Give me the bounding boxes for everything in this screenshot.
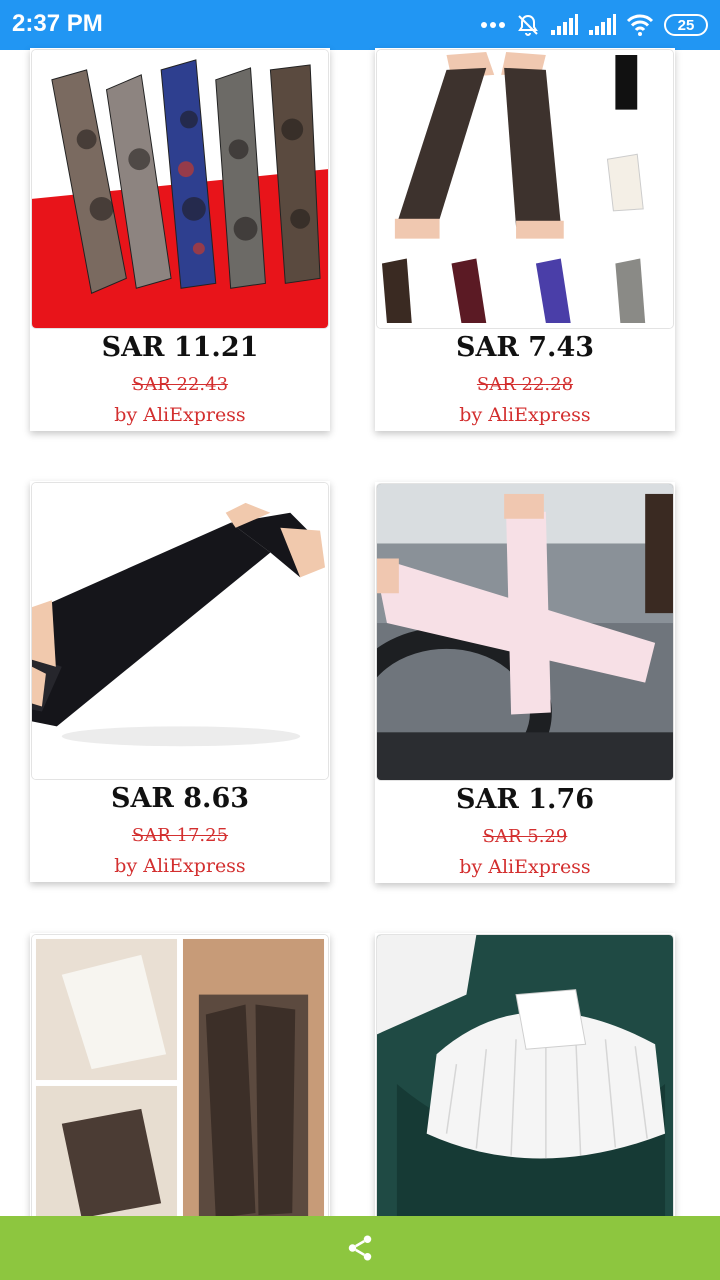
product-seller: by AliExpress: [114, 855, 246, 877]
product-seller: by AliExpress: [114, 404, 246, 426]
bottom-action-bar: [0, 1216, 720, 1280]
status-time: 2:37 PM: [12, 10, 103, 37]
product-seller: by AliExpress: [459, 856, 591, 878]
more-dots-icon: [480, 21, 506, 29]
product-seller: by AliExpress: [459, 404, 591, 426]
product-card[interactable]: SAR 11.21 SAR 22.43 by AliExpress: [30, 48, 330, 431]
product-image[interactable]: [376, 934, 674, 1232]
product-price: SAR 7.43: [455, 332, 595, 363]
share-icon: [348, 1235, 372, 1261]
status-icons: 25: [480, 10, 708, 40]
signal-icon: [588, 14, 616, 36]
product-price: SAR 8.63: [110, 783, 250, 814]
product-card[interactable]: SAR 1.76 SAR 5.29 by AliExpress: [375, 482, 675, 883]
product-price: SAR 1.76: [455, 784, 595, 815]
alarm-off-icon: [516, 13, 540, 37]
product-original-price: SAR 22.28: [476, 374, 574, 395]
product-card[interactable]: SAR 8.63 SAR 17.25 by AliExpress: [30, 481, 330, 882]
share-button[interactable]: [340, 1228, 380, 1268]
signal-icon: [550, 14, 578, 36]
product-original-price: SAR 22.43: [131, 374, 229, 395]
product-image[interactable]: [376, 483, 674, 781]
product-card[interactable]: SAR 7.43 SAR 22.28 by AliExpress: [375, 48, 675, 431]
product-price: SAR 11.21: [101, 332, 259, 363]
product-image[interactable]: [376, 49, 674, 329]
product-image[interactable]: [31, 49, 329, 329]
product-original-price: SAR 17.25: [131, 825, 229, 846]
battery-icon: 25: [664, 14, 708, 36]
product-image[interactable]: [31, 482, 329, 780]
product-original-price: SAR 5.29: [482, 826, 568, 847]
product-card[interactable]: [375, 933, 675, 1233]
product-card[interactable]: [30, 933, 330, 1233]
status-bar: 2:37 PM 25: [0, 0, 720, 50]
wifi-icon: [626, 14, 654, 36]
product-image[interactable]: [31, 934, 329, 1232]
